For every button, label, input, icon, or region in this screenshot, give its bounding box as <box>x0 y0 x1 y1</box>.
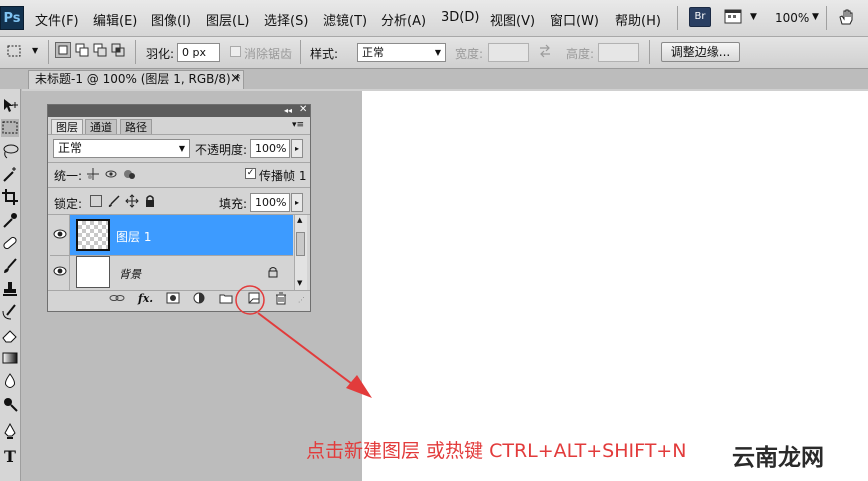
annotation-arrow-line <box>257 312 357 388</box>
annotation-text: 点击新建图层 或热键 CTRL+ALT+SHIFT+N <box>306 440 687 462</box>
annotation-arrowhead <box>346 375 372 398</box>
watermark-logo: 云南龙网 <box>732 445 824 471</box>
highlight-circle <box>235 285 265 315</box>
annotation-overlay <box>235 285 372 398</box>
